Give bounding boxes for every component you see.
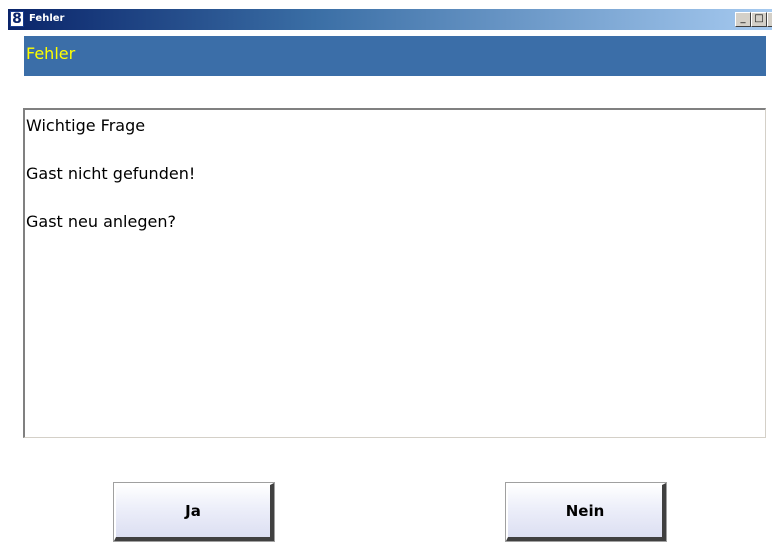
header-bar: Fehler [24,36,766,76]
yes-button[interactable]: Ja [113,482,275,542]
maximize-button[interactable]: □ [751,12,767,27]
message-line-not-found: Gast nicht gefunden! [26,164,196,183]
error-dialog-window: 8 Fehler _ □ x Fehler Wichtige Frage Gas… [0,0,772,554]
close-button[interactable]: x [767,12,772,27]
no-button[interactable]: Nein [505,482,667,542]
header-title: Fehler [26,44,76,63]
minimize-button[interactable]: _ [735,12,751,27]
message-text-box[interactable]: Wichtige Frage Gast nicht gefunden! Gast… [23,108,766,438]
message-line-heading: Wichtige Frage [26,116,146,135]
title-bar[interactable]: 8 Fehler _ □ x [8,9,772,30]
message-line-question: Gast neu anlegen? [26,212,176,231]
app-logo-icon: 8 [10,11,24,27]
window-title: Fehler [29,13,65,24]
caption-buttons: _ □ x [735,12,772,28]
